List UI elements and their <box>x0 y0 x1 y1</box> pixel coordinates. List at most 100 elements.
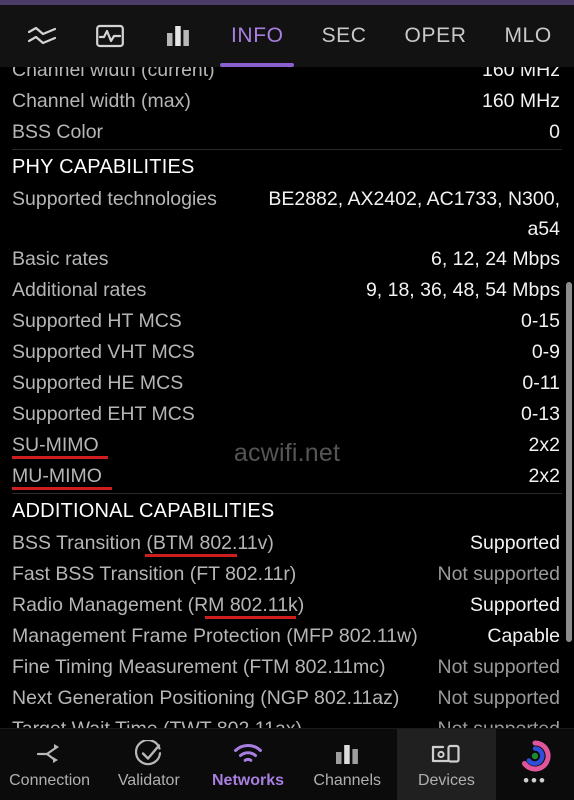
vertical-scrollbar[interactable] <box>566 282 572 642</box>
tab-sec-label: SEC <box>321 24 367 47</box>
row-label: Channel width (max) <box>12 90 191 112</box>
row-value: 9, 18, 36, 48, 54 Mbps <box>365 279 560 301</box>
row-label: Radio Management (RM 802.11k) <box>12 590 304 621</box>
table-row: Supported EHT MCS 0-13 <box>0 399 574 430</box>
annotation-underline-su-mimo <box>12 456 108 459</box>
table-row: Fast BSS Transition (FT 802.11r) Not sup… <box>0 559 574 590</box>
row-label: Basic rates <box>12 248 109 270</box>
row-label: MU-MIMO <box>12 461 112 492</box>
tab-sec[interactable]: SEC <box>303 5 386 67</box>
nav-label-more: ••• <box>523 771 547 790</box>
row-label: BSS Transition (BTM 802.11v) <box>12 528 274 559</box>
check-circle-icon <box>134 739 163 769</box>
row-label-text: SU-MIMO <box>12 434 99 456</box>
table-row: BSS Color 0 <box>0 117 574 148</box>
info-scroll-area[interactable]: Channel width (current) 160 MHz Channel … <box>0 67 574 728</box>
row-label-text: MU-MIMO <box>12 465 102 487</box>
nav-label-networks: Networks <box>211 772 285 789</box>
row-value: Not supported <box>437 563 561 585</box>
row-value: 0-9 <box>531 341 560 363</box>
bottom-navigation: Connection Validator Networks Channels D… <box>0 728 574 800</box>
row-label: Supported VHT MCS <box>12 341 195 363</box>
row-value: Not supported <box>426 714 561 728</box>
row-value: 160 MHz <box>481 90 560 112</box>
row-label: Next Generation Positioning (NGP 802.11a… <box>12 687 400 709</box>
row-label: Supported technologies <box>12 188 217 210</box>
row-value: 0 <box>549 121 560 143</box>
row-value: Capable <box>487 625 560 647</box>
info-list: Channel width (current) 160 MHz Channel … <box>0 67 574 728</box>
wifi-icon <box>233 739 263 769</box>
nav-item-validator[interactable]: Validator <box>99 729 198 800</box>
table-row: Management Frame Protection (MFP 802.11w… <box>0 621 574 652</box>
table-row: Supported technologies BE2882, AX2402, A… <box>0 184 574 244</box>
tab-oper-label: OPER <box>404 24 467 47</box>
devices-icon <box>430 739 462 769</box>
row-value: Supported <box>470 594 560 616</box>
table-row: Channel width (current) 160 MHz <box>0 67 574 86</box>
nav-item-connection[interactable]: Connection <box>0 729 99 800</box>
row-value: Supported <box>470 532 560 554</box>
row-label-text: BSS Transition (BTM 802.11v) <box>12 532 274 554</box>
row-label: Supported HE MCS <box>12 372 184 394</box>
row-label: BSS Color <box>12 121 104 143</box>
nav-item-channels[interactable]: Channels <box>298 729 397 800</box>
nav-item-devices[interactable]: Devices <box>396 729 497 800</box>
table-row: BSS Transition (BTM 802.11v) Supported <box>0 528 574 559</box>
table-row: MU-MIMO 2x2 <box>0 461 574 492</box>
annotation-underline-btm <box>145 554 237 557</box>
row-label: Supported HT MCS <box>12 310 182 332</box>
tab-info[interactable]: INFO <box>212 5 303 67</box>
row-value: 0-11 <box>522 372 560 394</box>
row-value: 160 MHz <box>481 67 560 81</box>
app-root: INFO SEC OPER MLO NET Channel width (cur… <box>0 0 574 800</box>
tab-mlo[interactable]: MLO <box>485 5 570 67</box>
nav-label-validator: Validator <box>117 772 180 789</box>
annotation-underline-rm <box>205 616 296 619</box>
row-value: 6, 12, 24 Mbps <box>431 248 560 270</box>
tab-oper[interactable]: OPER <box>386 5 486 67</box>
row-label: Target Wait Time (TWT 802.11ax) <box>12 714 302 728</box>
row-value: 0-15 <box>520 310 560 332</box>
row-value: 0-13 <box>520 403 560 425</box>
row-label: SU-MIMO <box>12 430 108 461</box>
nav-label-connection: Connection <box>9 772 91 789</box>
table-row: Supported VHT MCS 0-9 <box>0 337 574 368</box>
row-label: Management Frame Protection (MFP 802.11w… <box>12 625 418 647</box>
row-label: Supported EHT MCS <box>12 403 195 425</box>
table-row: Radio Management (RM 802.11k) Supported <box>0 590 574 621</box>
row-label: Additional rates <box>12 279 147 301</box>
row-value: Not supported <box>437 656 561 678</box>
row-value: BE2882, AX2402, AC1733, N300, a54 <box>268 188 560 240</box>
row-value: Not supported <box>437 687 561 709</box>
nav-item-networks[interactable]: Networks <box>198 729 297 800</box>
section-header-phy: PHY CAPABILITIES <box>12 156 195 178</box>
nav-label-devices: Devices <box>417 772 475 789</box>
annotation-underline-mu-mimo <box>12 487 112 490</box>
row-value: 2x2 <box>528 434 560 456</box>
nav-item-more[interactable]: ••• <box>496 729 574 800</box>
table-row: Basic rates 6, 12, 24 Mbps <box>0 244 574 275</box>
row-value: 2x2 <box>528 465 560 487</box>
app-logo-spiral-icon <box>518 740 552 772</box>
row-label: Fast BSS Transition (FT 802.11r) <box>12 563 297 585</box>
table-row: Fine Timing Measurement (FTM 802.11mc) N… <box>0 652 574 683</box>
tab-info-label: INFO <box>231 24 284 47</box>
table-row: Next Generation Positioning (NGP 802.11a… <box>0 683 574 714</box>
section-header-additional: ADDITIONAL CAPABILITIES <box>12 500 275 522</box>
connection-split-icon <box>35 739 65 769</box>
row-label: Fine Timing Measurement (FTM 802.11mc) <box>12 656 386 678</box>
table-row: Additional rates 9, 18, 36, 48, 54 Mbps <box>0 275 574 306</box>
table-row: Supported HT MCS 0-15 <box>0 306 574 337</box>
table-row: SU-MIMO 2x2 <box>0 430 574 461</box>
nav-label-channels: Channels <box>313 772 382 789</box>
signal-lines-icon[interactable] <box>8 5 76 67</box>
table-row: Target Wait Time (TWT 802.11ax) Not supp… <box>0 714 574 728</box>
signal-box-icon[interactable] <box>76 5 144 67</box>
section-divider <box>12 493 562 494</box>
table-row: Channel width (max) 160 MHz <box>0 86 574 117</box>
bar-chart-icon <box>334 739 360 769</box>
tab-mlo-label: MLO <box>504 24 552 47</box>
section-divider <box>12 149 562 150</box>
bar-chart-icon[interactable] <box>144 5 212 67</box>
